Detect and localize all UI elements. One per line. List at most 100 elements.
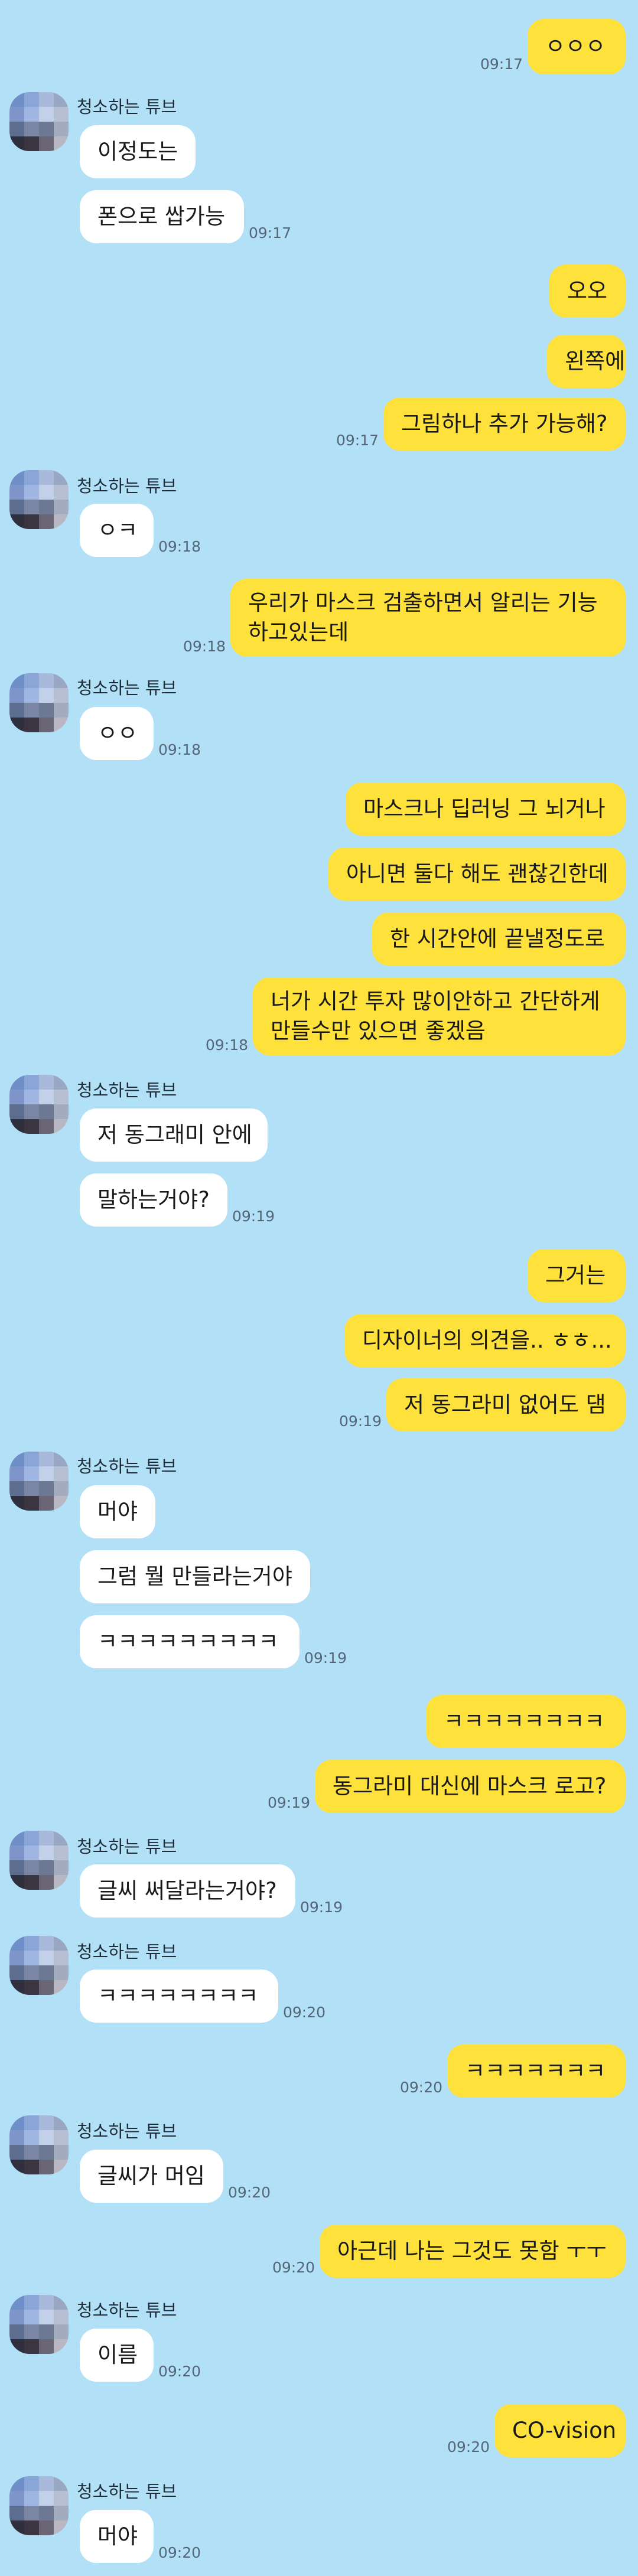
friend-message-bubble[interactable]: 이정도는	[80, 125, 196, 178]
avatar-pixel	[9, 2160, 24, 2174]
friend-message-bubble[interactable]: ㅋㅋㅋㅋㅋㅋㅋㅋ	[80, 1970, 278, 2023]
avatar-pixel	[24, 1075, 39, 1090]
avatar[interactable]	[9, 1452, 69, 1511]
message-line: ㅋㅋㅋㅋㅋㅋㅋㅋ	[97, 1983, 259, 2008]
my-message-bubble[interactable]: 그거는	[528, 1249, 626, 1302]
avatar-pixel	[9, 2130, 24, 2145]
avatar-pixel	[39, 136, 54, 151]
message-text: 너가 시간 투자 많이안하고 간단하게 만들수만 있으면 좋겠음	[271, 987, 600, 1046]
friend-message-bubble[interactable]: 저 동그래미 안에	[80, 1108, 268, 1162]
my-message-bubble[interactable]: 저 동그라미 없어도 댐	[386, 1378, 626, 1432]
friend-message-bubble[interactable]: 이름	[80, 2329, 154, 2382]
friend-message-bubble[interactable]: ㅇㅋ	[80, 504, 154, 557]
avatar[interactable]	[9, 470, 69, 529]
friend-message-bubble[interactable]: ㅇㅇ	[80, 707, 154, 760]
avatar-pixel	[54, 1119, 69, 1134]
avatar[interactable]	[9, 1936, 69, 1995]
message-text: 말하는거야?	[97, 1185, 210, 1215]
my-message-bubble[interactable]: 오오	[549, 265, 626, 318]
message-line: 만들수만 있으면 좋겠음	[271, 1018, 486, 1044]
avatar[interactable]	[9, 1075, 69, 1134]
friend-message-bubble[interactable]: 폰으로 쌉가능	[80, 190, 244, 243]
friend-message-bubble[interactable]: 글씨가 머임	[80, 2150, 223, 2203]
avatar-pixel	[9, 1980, 24, 1995]
avatar[interactable]	[9, 2115, 69, 2174]
my-message-bubble[interactable]: 한 시간안에 끝낼정도로	[372, 912, 626, 966]
avatar-pixel	[9, 703, 24, 718]
avatar-pixel	[24, 2145, 39, 2160]
my-message-bubble[interactable]: 왼쪽에	[547, 335, 626, 388]
avatar-pixel	[39, 2115, 54, 2130]
sender-name: 청소하는 튜브	[77, 2300, 177, 2320]
avatar-pixel	[39, 500, 54, 514]
message-text: 한 시간안에 끝낼정도로	[390, 924, 605, 954]
friend-message-bubble[interactable]: 머야	[80, 2510, 154, 2563]
message-line: 그거는	[545, 1263, 606, 1288]
avatar-pixel	[54, 1980, 69, 1995]
message-line: 동그라미 대신에 마스크 로고?	[333, 1773, 607, 1799]
avatar[interactable]	[9, 2476, 69, 2535]
my-message-bubble[interactable]: ㅋㅋㅋㅋㅋㅋㅋ	[447, 2045, 626, 2098]
my-message-bubble[interactable]: 너가 시간 투자 많이안하고 간단하게 만들수만 있으면 좋겠음	[253, 977, 626, 1055]
my-message-bubble[interactable]: CO-vision	[494, 2404, 626, 2457]
avatar-pixel	[54, 1951, 69, 1965]
my-message-bubble[interactable]: 아니면 둘다 해도 괜찮긴한데	[328, 847, 626, 901]
avatar-pixel	[9, 2115, 24, 2130]
avatar-pixel	[24, 2295, 39, 2310]
avatar-pixel	[24, 2115, 39, 2130]
avatar-pixel	[54, 1452, 69, 1466]
avatar-pixel	[54, 703, 69, 718]
sender-name: 청소하는 튜브	[77, 1080, 177, 1100]
friend-message-bubble[interactable]: 그럼 뭘 만들라는거야	[80, 1550, 310, 1603]
message-line: CO-vision	[512, 2418, 617, 2443]
message-line: ㅇㅇ	[97, 720, 138, 746]
friend-message-bubble[interactable]: ㅋㅋㅋㅋㅋㅋㅋㅋㅋ	[80, 1615, 300, 1668]
my-message-bubble[interactable]: ㅋㅋㅋㅋㅋㅋㅋㅋ	[426, 1695, 626, 1748]
avatar-pixel	[39, 1980, 54, 1995]
avatar-pixel	[24, 2339, 39, 2354]
avatar-pixel	[54, 2324, 69, 2339]
my-message-bubble[interactable]: 마스크나 딥러닝 그 뇌거나	[346, 782, 626, 836]
message-timestamp: 09:20	[228, 2184, 271, 2201]
friend-message-bubble[interactable]: 말하는거야?	[80, 1173, 227, 1227]
message-line: ㅋㅋㅋㅋㅋㅋㅋㅋㅋ	[97, 1629, 279, 1654]
message-text: 글씨 써달라는거야?	[97, 1876, 277, 1906]
message-text: 아근데 나는 그것도 못함 ㅜㅜ	[337, 2236, 607, 2266]
avatar[interactable]	[9, 2295, 69, 2354]
my-message-bubble[interactable]: 디자이너의 의견을.. ㅎㅎ...	[344, 1314, 626, 1367]
avatar-pixel	[39, 1119, 54, 1134]
my-message-bubble[interactable]: 동그라미 대신에 마스크 로고?	[315, 1760, 626, 1813]
my-message-bubble[interactable]: 우리가 마스크 검출하면서 알리는 기능 하고있는데	[230, 579, 626, 657]
message-timestamp: 09:18	[183, 638, 226, 655]
avatar-pixel	[54, 136, 69, 151]
avatar-pixel	[24, 2310, 39, 2324]
avatar-pixel	[39, 1951, 54, 1965]
avatar-pixel	[54, 1481, 69, 1496]
message-timestamp: 09:17	[249, 224, 292, 242]
avatar-pixel	[9, 2491, 24, 2506]
message-text: ㅋㅋㅋㅋㅋㅋㅋㅋ	[97, 1981, 258, 2011]
message-text: 마스크나 딥러닝 그 뇌거나	[363, 794, 606, 824]
my-message-bubble[interactable]: ㅇㅇㅇ	[528, 19, 626, 74]
avatar-pixel	[24, 2520, 39, 2535]
avatar-pixel	[54, 718, 69, 732]
avatar-pixel	[39, 703, 54, 718]
message-timestamp: 09:20	[272, 2259, 315, 2276]
sender-name: 청소하는 튜브	[77, 476, 177, 496]
message-timestamp: 09:19	[268, 1794, 311, 1811]
avatar-pixel	[39, 92, 54, 107]
avatar[interactable]	[9, 92, 69, 151]
friend-message-bubble[interactable]: 머야	[80, 1485, 155, 1538]
avatar-pixel	[24, 1845, 39, 1860]
message-line: 그럼 뭘 만들라는거야	[97, 1564, 292, 1589]
friend-message-bubble[interactable]: 글씨 써달라는거야?	[80, 1864, 295, 1918]
avatar[interactable]	[9, 1831, 69, 1890]
avatar-pixel	[9, 1831, 24, 1845]
avatar-pixel	[54, 688, 69, 703]
message-line: 마스크나 딥러닝 그 뇌거나	[363, 796, 606, 821]
avatar[interactable]	[9, 673, 69, 732]
message-line: 아근데 나는 그것도 못함 ㅜㅜ	[337, 2238, 607, 2264]
my-message-bubble[interactable]: 그림하나 추가 가능해?	[383, 397, 626, 451]
my-message-bubble[interactable]: 아근데 나는 그것도 못함 ㅜㅜ	[320, 2225, 626, 2278]
avatar-pixel	[54, 1466, 69, 1481]
